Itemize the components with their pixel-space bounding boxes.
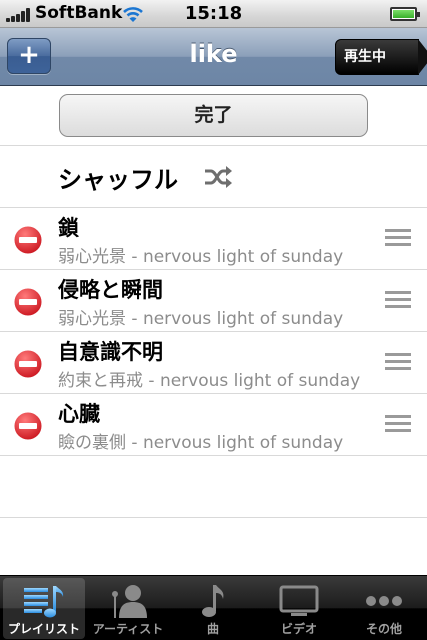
song-title: 心臓 bbox=[58, 402, 100, 426]
tab-label: 曲 bbox=[206, 622, 219, 636]
reorder-handle-icon[interactable] bbox=[385, 291, 411, 311]
status-time: 15:18 bbox=[184, 3, 243, 24]
battery-icon bbox=[390, 7, 420, 21]
song-subtitle: 弱心光景 - nervous light of sunday bbox=[58, 247, 344, 267]
page-title: like bbox=[189, 40, 238, 68]
song-row[interactable]: 心臓 瞼の裏側 - nervous light of sunday bbox=[0, 394, 427, 456]
song-subtitle: 約束と再戒 - nervous light of sunday bbox=[58, 371, 361, 391]
shuffle-label: シャッフル bbox=[58, 166, 178, 194]
navigation-bar: + like 再生中 bbox=[0, 28, 427, 86]
add-button[interactable]: + bbox=[7, 38, 51, 74]
song-row[interactable]: 鎖 弱心光景 - nervous light of sunday bbox=[0, 208, 427, 270]
song-title: 侵略と瞬間 bbox=[58, 278, 163, 302]
shuffle-icon bbox=[205, 166, 232, 188]
tab-songs[interactable]: 曲 bbox=[172, 578, 254, 639]
reorder-handle-icon[interactable] bbox=[385, 353, 411, 373]
tab-playlists[interactable]: プレイリスト bbox=[3, 578, 85, 639]
song-icon bbox=[202, 585, 224, 617]
playlist-icon bbox=[24, 586, 64, 618]
song-title: 鎖 bbox=[58, 216, 79, 240]
video-icon bbox=[279, 585, 319, 616]
song-subtitle: 瞼の裏側 - nervous light of sunday bbox=[58, 433, 344, 453]
more-icon bbox=[366, 596, 402, 606]
reorder-handle-icon[interactable] bbox=[385, 415, 411, 435]
tab-label: ビデオ bbox=[280, 622, 317, 636]
status-bar: SoftBank 15:18 bbox=[0, 0, 427, 28]
delete-icon[interactable] bbox=[12, 224, 44, 256]
tab-more[interactable]: その他 bbox=[343, 578, 425, 639]
done-button[interactable]: 完了 bbox=[59, 94, 368, 137]
reorder-handle-icon[interactable] bbox=[385, 229, 411, 249]
tab-label: その他 bbox=[365, 622, 402, 636]
tab-label: アーティスト bbox=[92, 622, 164, 636]
delete-icon[interactable] bbox=[12, 348, 44, 380]
delete-icon[interactable] bbox=[12, 286, 44, 318]
tab-label: プレイリスト bbox=[7, 622, 80, 636]
song-list: 鎖 弱心光景 - nervous light of sunday 侵略と瞬間 弱… bbox=[0, 208, 427, 518]
song-row[interactable]: 侵略と瞬間 弱心光景 - nervous light of sunday bbox=[0, 270, 427, 332]
song-row[interactable]: 自意識不明 約束と再戒 - nervous light of sunday bbox=[0, 332, 427, 394]
edit-toolbar: 完了 bbox=[0, 87, 427, 146]
tab-videos[interactable]: ビデオ bbox=[258, 578, 340, 639]
now-playing-button[interactable]: 再生中 bbox=[335, 39, 427, 75]
artist-icon bbox=[112, 585, 147, 618]
tab-artists[interactable]: アーティスト bbox=[87, 578, 169, 639]
tab-bar: プレイリスト アーティスト 曲 ビデオ その他 bbox=[0, 575, 427, 640]
song-title: 自意識不明 bbox=[58, 340, 163, 364]
empty-row bbox=[0, 456, 427, 518]
delete-icon[interactable] bbox=[12, 410, 44, 442]
song-subtitle: 弱心光景 - nervous light of sunday bbox=[58, 309, 344, 329]
